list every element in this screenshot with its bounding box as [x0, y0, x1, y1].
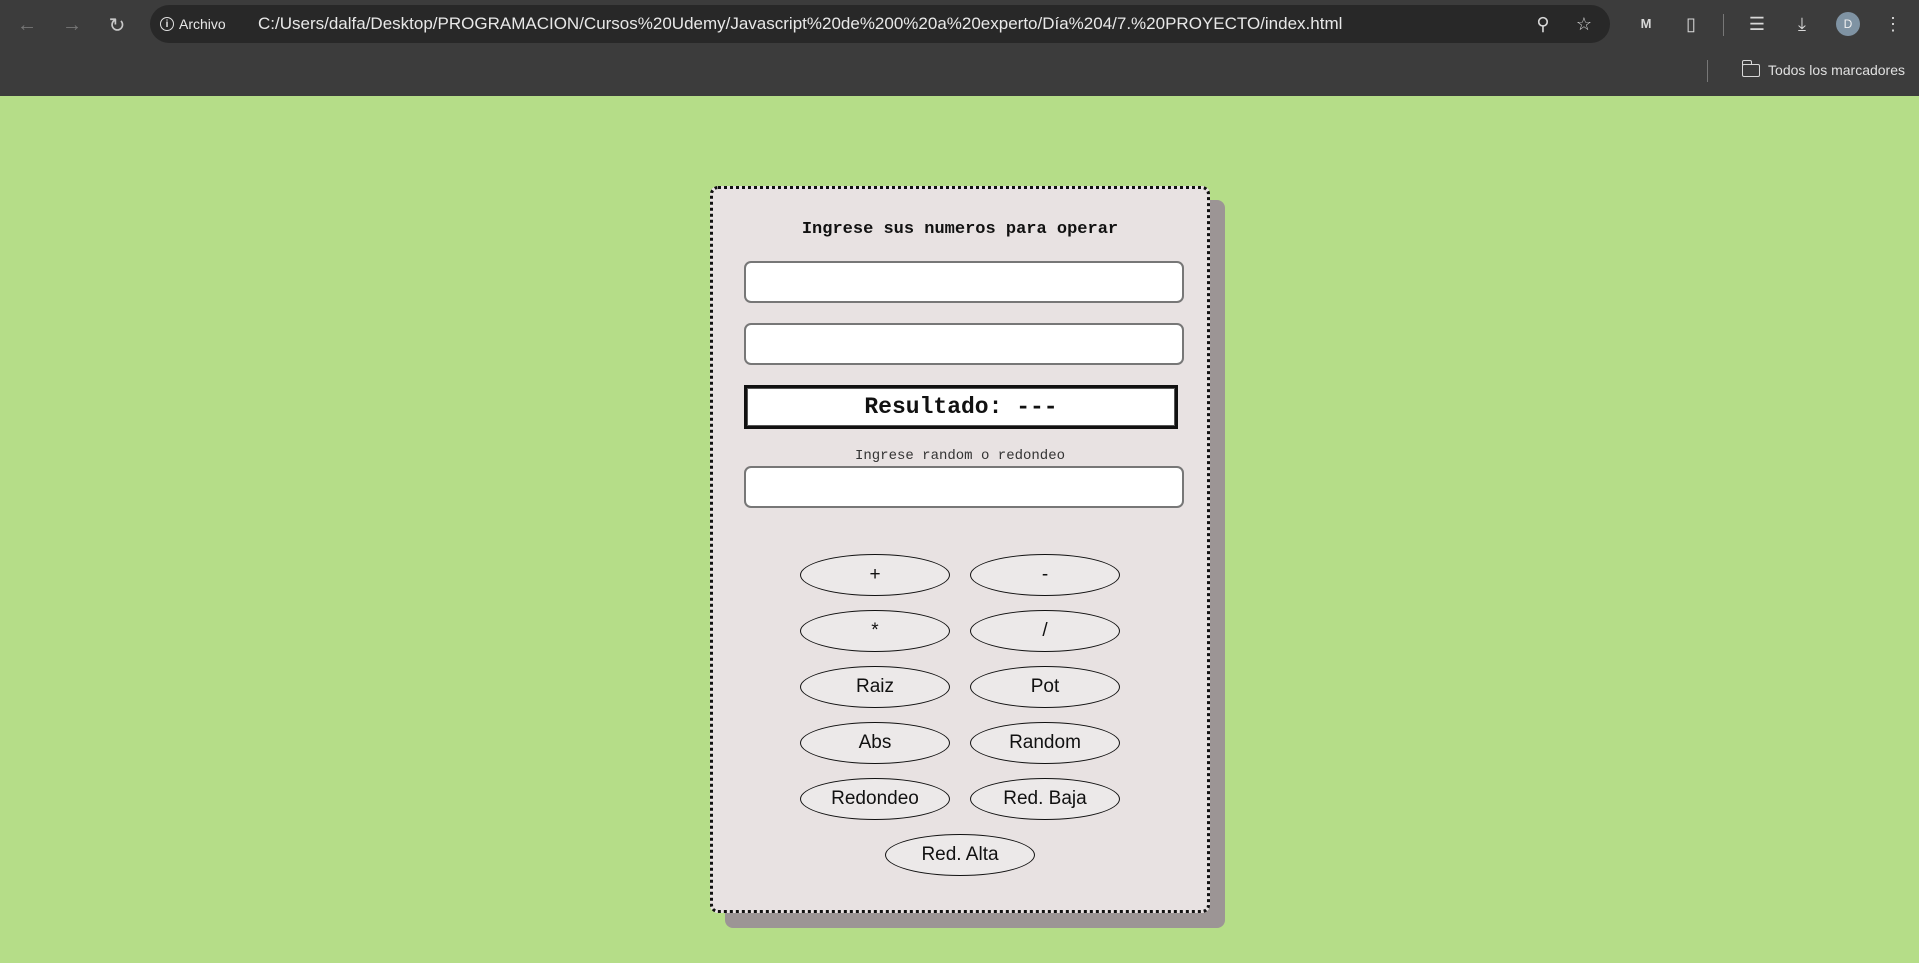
bookmarks-folder[interactable]: Todos los marcadores	[1741, 58, 1905, 82]
number-input-2[interactable]	[744, 323, 1184, 365]
multiply-button[interactable]: *	[800, 610, 950, 652]
site-chip-label: Archivo	[179, 16, 226, 32]
zoom-icon[interactable]: ⚲	[1531, 12, 1555, 36]
result-display: Resultado: ---	[744, 385, 1178, 429]
address-bar[interactable]: i Archivo C:/Users/dalfa/Desktop/PROGRAM…	[150, 5, 1610, 43]
pow-button[interactable]: Pot	[970, 666, 1120, 708]
calculator-card: Ingrese sus numeros para operar Resultad…	[710, 186, 1210, 913]
menu-icon[interactable]: ⋮	[1880, 11, 1906, 37]
star-icon[interactable]: ☆	[1572, 12, 1596, 36]
extension-icon[interactable]: M	[1633, 11, 1659, 37]
add-button[interactable]: +	[800, 554, 950, 596]
sqrt-button[interactable]: Raiz	[800, 666, 950, 708]
abs-button[interactable]: Abs	[800, 722, 950, 764]
floor-button[interactable]: Red. Baja	[970, 778, 1120, 820]
number-input-1[interactable]	[744, 261, 1184, 303]
forward-icon[interactable]: →	[57, 10, 87, 40]
random-button[interactable]: Random	[970, 722, 1120, 764]
back-icon[interactable]: ←	[12, 10, 42, 40]
puzzle-icon[interactable]: ▯	[1678, 11, 1704, 37]
toolbar-divider	[1723, 14, 1724, 36]
reload-icon[interactable]: ↻	[102, 10, 132, 40]
browser-chrome: ← → ↻ i Archivo C:/Users/dalfa/Desktop/P…	[0, 0, 1919, 96]
random-hint-label: Ingrese random o redondeo	[854, 448, 1066, 464]
folder-icon	[1741, 59, 1761, 77]
avatar[interactable]: D	[1836, 12, 1860, 36]
info-icon: i	[160, 17, 174, 31]
random-round-input[interactable]	[744, 466, 1184, 508]
ceil-button[interactable]: Red. Alta	[885, 834, 1035, 876]
download-icon[interactable]: ⤓	[1789, 11, 1815, 37]
calculator-title: Ingrese sus numeros para operar	[801, 220, 1119, 239]
media-queue-icon[interactable]: ☰	[1744, 11, 1770, 37]
bookmarks-divider	[1707, 60, 1708, 82]
toolbar: ← → ↻ i Archivo C:/Users/dalfa/Desktop/P…	[0, 0, 1919, 50]
divide-button[interactable]: /	[970, 610, 1120, 652]
round-button[interactable]: Redondeo	[800, 778, 950, 820]
bookmarks-label: Todos los marcadores	[1768, 62, 1905, 78]
site-info-chip[interactable]: i Archivo	[160, 11, 226, 37]
subtract-button[interactable]: -	[970, 554, 1120, 596]
url-text[interactable]: C:/Users/dalfa/Desktop/PROGRAMACION/Curs…	[258, 5, 1342, 43]
